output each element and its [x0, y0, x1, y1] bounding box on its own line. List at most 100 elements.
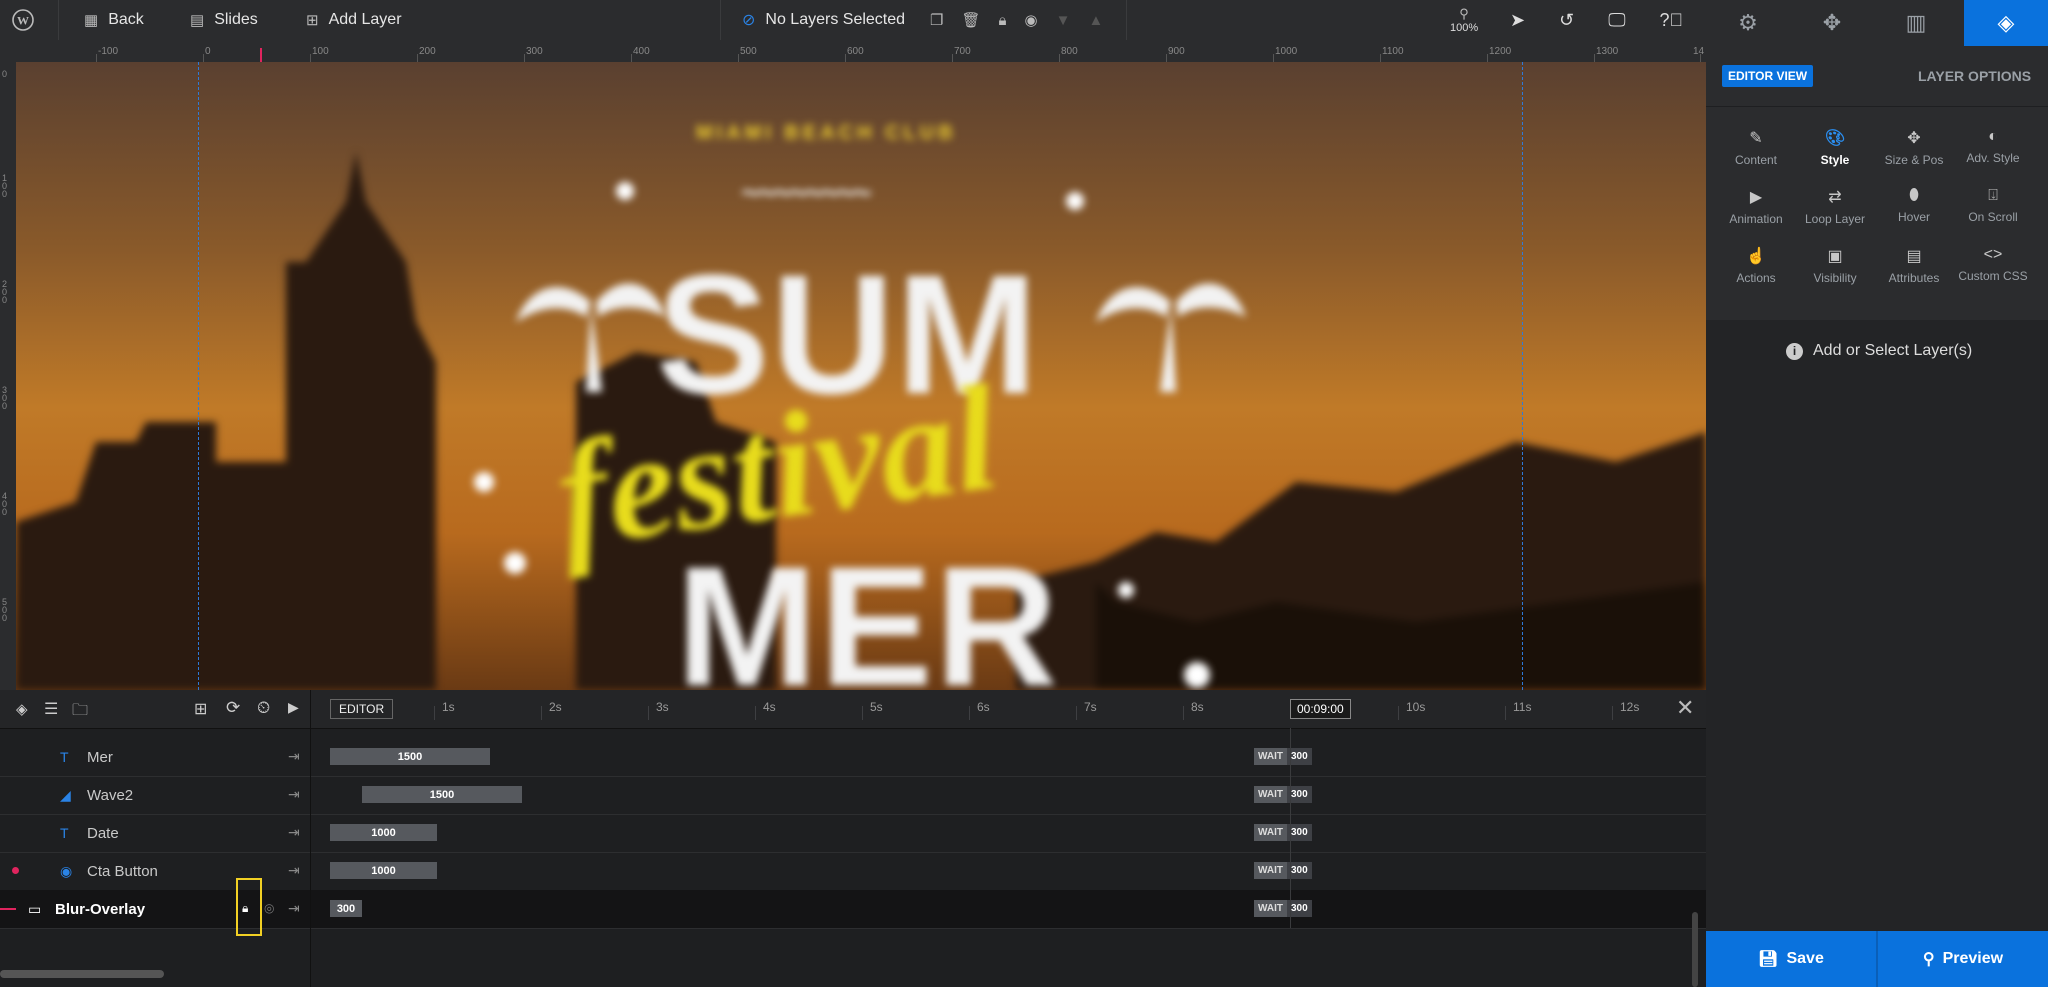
option-visibility[interactable]: ▣ Visibility: [1795, 246, 1875, 285]
wait-label: WAIT: [1254, 900, 1287, 917]
layer-name[interactable]: Wave2: [87, 776, 133, 814]
wait-block[interactable]: WAIT 300: [1254, 824, 1312, 841]
align-end-icon[interactable]: ⇥: [288, 824, 300, 841]
save-button[interactable]: 💾︎ Save: [1706, 931, 1876, 987]
wait-block[interactable]: WAIT 300: [1254, 900, 1312, 917]
animation-duration-bar[interactable]: 300: [330, 900, 362, 917]
zoom-level: 100%: [1450, 22, 1479, 34]
delete-icon[interactable]: 🗑︎: [961, 11, 980, 29]
ruler-label: 400: [633, 46, 650, 57]
empty-layer-message: i Add or Select Layer(s): [1786, 342, 1972, 360]
list-view-icon[interactable]: ☰: [44, 699, 58, 719]
animation-duration-bar[interactable]: 1500: [362, 786, 522, 803]
time-tick-label: 2s: [549, 700, 562, 714]
option-attributes[interactable]: ▤ Attributes: [1874, 246, 1954, 285]
club-name-text[interactable]: MIAMI BEACH CLUB: [696, 122, 957, 145]
move-down-icon[interactable]: ▼: [1056, 12, 1071, 29]
ruler-label: 600: [847, 46, 864, 57]
headline-mer-text[interactable]: MER: [676, 542, 1060, 690]
play-icon[interactable]: ▶: [288, 699, 299, 716]
container-icon: ▭: [28, 900, 42, 917]
zoom-control[interactable]: ⚲ 100%: [1450, 0, 1478, 40]
option-actions[interactable]: ☝ Actions: [1716, 246, 1796, 285]
align-end-icon[interactable]: ⇥: [288, 900, 300, 917]
editor-view-button[interactable]: EDITOR VIEW: [1722, 65, 1814, 87]
wait-block[interactable]: WAIT 300: [1254, 748, 1312, 765]
wave-decoration[interactable]: ~~~~~~~~: [741, 174, 872, 213]
preview-label: Preview: [1942, 950, 2004, 967]
slide-canvas[interactable]: MIAMI BEACH CLUB ~~~~~~~~ SUM MER festiv…: [16, 62, 1706, 690]
horizontal-scrollbar[interactable]: [0, 970, 164, 978]
option-size-pos[interactable]: ✥ Size & Pos: [1874, 128, 1954, 167]
grid-toggle-icon[interactable]: ⊞: [194, 699, 207, 719]
cursor-icon[interactable]: ➤: [1510, 10, 1525, 31]
folder-icon[interactable]: 🗀︎: [72, 699, 88, 726]
navigation-tab[interactable]: ✥: [1790, 0, 1874, 46]
timeline-layer-row[interactable]: T Date ⇥ 1000 WAIT 300: [0, 814, 1706, 853]
ruler-label: 700: [954, 46, 971, 57]
contrast-icon: ◐: [1988, 128, 1998, 145]
wait-block[interactable]: WAIT 300: [1254, 786, 1312, 803]
option-label: Visibility: [1813, 271, 1857, 285]
animation-duration-bar[interactable]: 1000: [330, 862, 437, 879]
layers-stack-icon[interactable]: ◈: [16, 700, 28, 718]
editor-mode-button[interactable]: EDITOR: [330, 699, 394, 719]
option-label: Adv. Style: [1966, 151, 2020, 165]
add-layer-button[interactable]: ⊞ Add Layer: [306, 0, 402, 40]
animation-duration-bar[interactable]: 1500: [330, 748, 490, 765]
desktop-view-icon[interactable]: 🖵︎: [1608, 10, 1625, 31]
align-end-icon[interactable]: ⇥: [288, 862, 300, 879]
animation-duration-bar[interactable]: 1000: [330, 824, 437, 841]
ruler-label: 300: [526, 46, 543, 57]
ruler-label: 0: [205, 46, 211, 57]
slides-button[interactable]: ▤ Slides: [190, 0, 258, 40]
layer-name[interactable]: Mer: [87, 738, 113, 776]
help-icon[interactable]: ?⃝: [1660, 10, 1684, 31]
preview-button[interactable]: ⚲ Preview: [1878, 931, 2048, 987]
option-style[interactable]: 🎨︎ Style: [1795, 128, 1875, 167]
align-end-icon[interactable]: ⇥: [288, 786, 300, 803]
wait-label: WAIT: [1254, 786, 1287, 803]
layers-tab[interactable]: ◈: [1964, 0, 2048, 46]
library-tab[interactable]: ▥: [1874, 0, 1958, 46]
layer-options-panel: EDITOR VIEW LAYER OPTIONS ✎ Content 🎨︎ Sty…: [1706, 46, 2048, 987]
search-icon: ⚲: [1922, 951, 1935, 968]
vertical-scrollbar[interactable]: [1692, 912, 1698, 987]
option-loop-layer[interactable]: ⇄ Loop Layer: [1795, 187, 1875, 226]
back-button[interactable]: ▦ Back: [84, 0, 144, 40]
loop-icon[interactable]: ⟳: [226, 698, 240, 718]
timeline-layer-row[interactable]: ◢ Wave2 ⇥ 1500 WAIT 300: [0, 776, 1706, 815]
option-label: Animation: [1729, 212, 1783, 226]
layer-name[interactable]: Cta Button: [87, 852, 158, 890]
settings-tab[interactable]: ⚙: [1706, 0, 1790, 46]
wordpress-logo-button[interactable]: W: [12, 0, 34, 40]
current-time-display[interactable]: 00:09:00: [1290, 699, 1351, 719]
action-buttons: 💾︎ Save ⚲ Preview: [1706, 931, 2048, 987]
option-on-scroll[interactable]: ⍗ On Scroll: [1953, 187, 2033, 224]
option-custom-css[interactable]: <> Custom CSS: [1953, 246, 2033, 283]
lock-icon[interactable]: 🔒︎: [999, 12, 1007, 29]
layer-name[interactable]: Date: [87, 814, 119, 852]
option-label: Content: [1734, 153, 1778, 167]
option-label: Actions: [1736, 271, 1776, 285]
layer-name[interactable]: Blur-Overlay: [55, 890, 145, 928]
time-tick-label: 4s: [763, 700, 776, 714]
wait-block[interactable]: WAIT 300: [1254, 862, 1312, 879]
shape-icon: ◢: [60, 786, 71, 803]
timer-icon[interactable]: ⏲: [257, 698, 270, 718]
hide-eye-icon[interactable]: ◎: [264, 901, 274, 915]
ruler-label: 1100: [1382, 46, 1404, 57]
timeline-layer-row[interactable]: T Mer ⇥ 1500 WAIT 300: [0, 738, 1706, 777]
close-timeline-icon[interactable]: ✕: [1676, 695, 1694, 721]
option-hover[interactable]: ⬮ Hover: [1874, 187, 1954, 224]
option-adv-style[interactable]: ◐ Adv. Style: [1953, 128, 2033, 165]
visibility-eye-icon[interactable]: ◉: [1024, 11, 1037, 29]
duplicate-icon[interactable]: ❐: [930, 11, 943, 29]
code-icon: <>: [1983, 246, 2003, 263]
play-icon: ▶: [1749, 189, 1763, 206]
undo-history-icon[interactable]: ↺: [1559, 10, 1574, 31]
option-animation[interactable]: ▶ Animation: [1716, 187, 1796, 226]
option-content[interactable]: ✎ Content: [1716, 128, 1796, 167]
move-up-icon[interactable]: ▲: [1088, 12, 1103, 29]
align-end-icon[interactable]: ⇥: [288, 748, 300, 765]
